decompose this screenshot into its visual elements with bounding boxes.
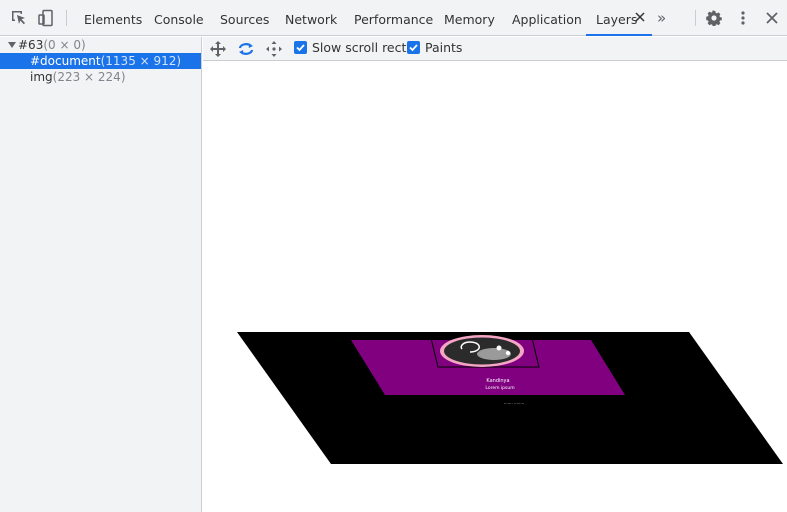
layer-tree-panel: #63(0 × 0) #document(1135 × 912) img(223…	[0, 37, 202, 512]
slow-scroll-rects-checkbox[interactable]	[294, 41, 307, 54]
layers-toolbar: Slow scroll rects Paints	[203, 37, 787, 61]
settings-gear-icon[interactable]	[706, 10, 722, 26]
layer-name: #document	[30, 54, 101, 68]
rotate-mode-icon[interactable]	[236, 39, 256, 59]
slow-scroll-rects-label[interactable]: Slow scroll rects	[312, 40, 413, 55]
more-tabs-button[interactable]: »	[657, 8, 666, 28]
inspect-element-icon[interactable]	[10, 9, 28, 27]
tab-sources[interactable]: Sources	[220, 0, 269, 36]
tab-application[interactable]: Application	[512, 0, 582, 36]
layer-size: (0 × 0)	[43, 38, 86, 52]
page-footer-text: ....... ........	[504, 400, 524, 405]
expand-caret-icon[interactable]	[8, 42, 16, 48]
page-heading-line-2: Lorem ipsum	[485, 385, 514, 391]
tab-memory[interactable]: Memory	[444, 0, 495, 36]
paints-label[interactable]: Paints	[425, 40, 462, 55]
toolbar-divider	[66, 10, 67, 26]
paints-checkbox[interactable]	[407, 41, 420, 54]
layer-size: (223 × 224)	[52, 70, 126, 84]
layer-size: (1135 × 912)	[100, 54, 182, 68]
layer-name: img	[30, 70, 53, 84]
avatar-shape	[477, 348, 511, 360]
avatar-dot	[496, 345, 502, 351]
layer-tree-item-img[interactable]: img(223 × 224)	[0, 69, 201, 85]
tab-console[interactable]: Console	[154, 0, 204, 36]
tab-performance[interactable]: Performance	[354, 0, 433, 36]
tab-layers-label: Layers	[596, 12, 638, 27]
layers-canvas[interactable]: Kandinya Lorem ipsum ....... ........	[203, 61, 787, 512]
pan-mode-icon[interactable]	[208, 39, 228, 59]
layer-tree-item-document[interactable]: #document(1135 × 912)	[0, 53, 201, 69]
devtools-tab-bar: Elements Console Sources Network Perform…	[0, 0, 787, 36]
close-devtools-icon[interactable]	[764, 10, 780, 26]
reset-transform-icon[interactable]	[264, 39, 284, 59]
layer-tree-root[interactable]: #63(0 × 0)	[0, 37, 201, 53]
tab-elements[interactable]: Elements	[84, 0, 142, 36]
toolbar-divider	[695, 10, 696, 26]
layer-name: #63	[18, 38, 44, 52]
more-options-icon[interactable]	[735, 10, 751, 26]
tab-network[interactable]: Network	[285, 0, 337, 36]
page-heading-line-1: Kandinya	[486, 378, 509, 384]
layers-3d-viewport[interactable]: Kandinya Lorem ipsum ....... ........	[203, 61, 787, 512]
avatar-dot	[505, 350, 511, 356]
close-tab-icon[interactable]	[634, 11, 646, 23]
device-toolbar-icon[interactable]	[37, 9, 55, 27]
